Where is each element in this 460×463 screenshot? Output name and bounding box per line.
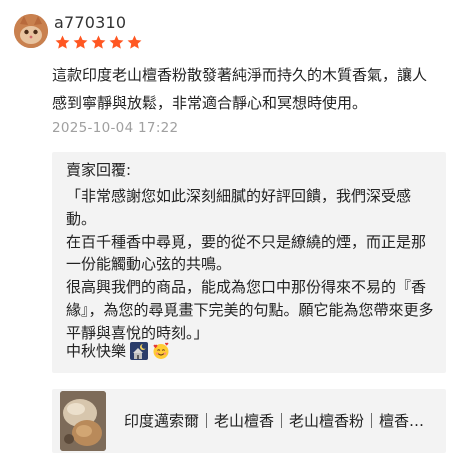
product-title[interactable]: 印度邁索爾｜老山檀香｜老山檀香粉｜檀香粉｜香粉 xyxy=(124,410,438,431)
seller-reply: 賣家回覆: 「非常感謝您如此深刻細膩的好評回饋，我們深受感動。 在百千種香中尋覓… xyxy=(52,152,446,373)
star-icon xyxy=(127,35,142,49)
reply-signoff-text: 中秋快樂 xyxy=(66,342,127,360)
review-date: 2025-10-04 17:22 xyxy=(52,120,179,136)
product-thumbnail[interactable] xyxy=(60,391,106,451)
star-icon xyxy=(73,35,88,49)
star-icon xyxy=(55,35,70,49)
user-avatar[interactable] xyxy=(14,14,48,48)
cat-avatar-icon xyxy=(14,14,48,48)
moon-house-emoji-icon xyxy=(130,341,149,360)
reply-signoff: 中秋快樂 xyxy=(66,340,170,361)
smiling-hearts-emoji-icon xyxy=(153,342,169,359)
rating-stars xyxy=(54,34,143,51)
star-icon xyxy=(91,35,106,49)
review-text: 這款印度老山檀香粉散發著純淨而持久的木質香氣，讓人感到寧靜與放鬆，非常適合靜心和… xyxy=(52,66,428,112)
username[interactable]: a770310 xyxy=(54,13,126,32)
reply-title: 賣家回覆: xyxy=(66,161,132,179)
reply-body: 「非常感謝您如此深刻細膩的好評回饋，我們深受感動。 在百千種香中尋覓，要的從不只… xyxy=(66,187,434,342)
review-header: a770310 xyxy=(14,12,446,52)
star-icon xyxy=(109,35,124,49)
product-card[interactable]: 印度邁索爾｜老山檀香｜老山檀香粉｜檀香粉｜香粉 xyxy=(52,389,446,453)
product-image-icon xyxy=(60,391,106,451)
